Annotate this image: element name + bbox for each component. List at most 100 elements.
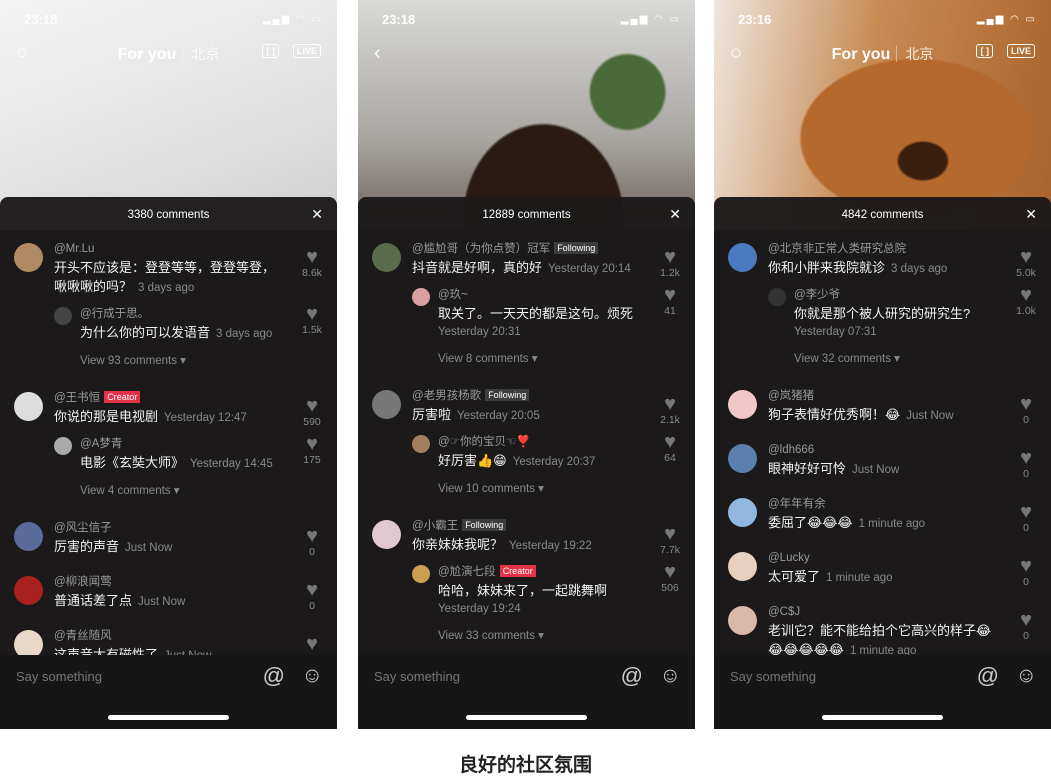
- username-text[interactable]: @岚猪猪: [768, 390, 814, 402]
- like-button[interactable]: ♥0: [1011, 394, 1041, 426]
- avatar[interactable]: [728, 606, 757, 635]
- heart-icon[interactable]: ♥: [297, 396, 327, 416]
- heart-icon[interactable]: ♥: [655, 247, 685, 267]
- username-text[interactable]: @Mr.Lu: [54, 243, 94, 255]
- username-text[interactable]: @玖~: [438, 289, 468, 301]
- comment-username[interactable]: @Lucky: [768, 550, 1051, 567]
- heart-icon[interactable]: ♥: [297, 526, 327, 546]
- avatar[interactable]: [728, 552, 757, 581]
- mention-icon[interactable]: @: [263, 663, 285, 689]
- avatar[interactable]: [728, 444, 757, 473]
- view-more-replies[interactable]: View 32 comments ▾: [794, 350, 1051, 368]
- reply-avatar[interactable]: [54, 307, 72, 325]
- comment-input[interactable]: Say something: [374, 669, 460, 684]
- comment-input[interactable]: Say something: [730, 669, 816, 684]
- close-icon[interactable]: ✕: [1025, 206, 1037, 223]
- tab-for-you[interactable]: For you: [832, 46, 891, 63]
- like-button[interactable]: ♥0: [1011, 448, 1041, 480]
- emoji-icon[interactable]: ☺: [302, 664, 323, 688]
- live-icon[interactable]: LIVE: [1006, 44, 1035, 58]
- avatar[interactable]: [728, 498, 757, 527]
- avatar[interactable]: [372, 243, 401, 272]
- username-text[interactable]: @老男孩杨歌: [412, 390, 481, 402]
- reply-like-button[interactable]: ♥ 506: [655, 562, 685, 594]
- heart-icon[interactable]: ♥: [655, 524, 685, 544]
- like-button[interactable]: ♥0: [1011, 502, 1041, 534]
- mention-icon[interactable]: @: [621, 663, 643, 689]
- like-button[interactable]: ♥0: [1011, 556, 1041, 588]
- like-button[interactable]: ♥0: [297, 580, 327, 612]
- like-button[interactable]: ♥ 7.7k: [655, 524, 685, 556]
- tab-for-you[interactable]: For you: [118, 46, 177, 63]
- avatar[interactable]: [14, 392, 43, 421]
- scan-icon[interactable]: [ ]: [262, 44, 279, 58]
- avatar[interactable]: [14, 630, 43, 655]
- heart-icon[interactable]: ♥: [655, 562, 685, 582]
- close-icon[interactable]: ✕: [311, 206, 323, 223]
- username-text[interactable]: @年年有余: [768, 498, 826, 510]
- username-text[interactable]: @☞你的宝贝☜❣️: [438, 436, 531, 448]
- comment-username[interactable]: @年年有余: [768, 496, 1051, 513]
- back-icon[interactable]: ‹: [374, 42, 381, 65]
- comment-list[interactable]: @Mr.Lu 开头不应该是：登登等等，登登等登，啾啾啾的吗？ 3 days ago ♥…: [0, 233, 337, 655]
- heart-icon[interactable]: ♥: [655, 432, 685, 452]
- scan-icon[interactable]: [ ]: [976, 44, 993, 58]
- like-button[interactable]: ♥ 5.0k: [1011, 247, 1041, 279]
- emoji-icon[interactable]: ☺: [660, 664, 681, 688]
- live-icon[interactable]: LIVE: [292, 44, 321, 58]
- view-more-replies[interactable]: View 4 comments ▾: [80, 482, 337, 500]
- video-background[interactable]: [358, 0, 695, 230]
- reply-avatar[interactable]: [412, 288, 430, 306]
- reply-avatar[interactable]: [54, 437, 72, 455]
- comment-username[interactable]: @Mr.Lu: [54, 241, 337, 258]
- reply-avatar[interactable]: [412, 435, 430, 453]
- like-button[interactable]: ♥0: [297, 634, 327, 655]
- username-text[interactable]: @李少爷: [794, 289, 840, 301]
- heart-icon[interactable]: ♥: [1011, 394, 1041, 414]
- heart-icon[interactable]: ♥: [297, 580, 327, 600]
- username-text[interactable]: @尬演七段: [438, 566, 496, 578]
- heart-icon[interactable]: ♥: [297, 247, 327, 267]
- video-background[interactable]: [714, 0, 1051, 230]
- heart-icon[interactable]: ♥: [1011, 247, 1041, 267]
- reply-like-button[interactable]: ♥ 1.0k: [1011, 285, 1041, 317]
- username-text[interactable]: @青丝随风: [54, 630, 112, 642]
- video-background[interactable]: [0, 0, 337, 230]
- username-text[interactable]: @王书恒: [54, 392, 100, 404]
- username-text[interactable]: @A梦青: [80, 438, 122, 450]
- username-text[interactable]: @Lucky: [768, 552, 810, 564]
- view-more-replies[interactable]: View 33 comments ▾: [438, 627, 695, 645]
- username-text[interactable]: @柳浪闻莺: [54, 576, 112, 588]
- avatar[interactable]: [14, 243, 43, 272]
- avatar[interactable]: [372, 520, 401, 549]
- comment-username[interactable]: @柳浪闻莺: [54, 574, 337, 591]
- heart-icon[interactable]: ♥: [1011, 285, 1041, 305]
- comment-username[interactable]: @青丝随风: [54, 628, 337, 645]
- close-icon[interactable]: ✕: [669, 206, 681, 223]
- comment-username[interactable]: @北京非正常人类研究总院: [768, 241, 1051, 258]
- comment-username[interactable]: @岚猪猪: [768, 388, 1051, 405]
- avatar[interactable]: [728, 243, 757, 272]
- avatar[interactable]: [372, 390, 401, 419]
- avatar[interactable]: [14, 522, 43, 551]
- heart-icon[interactable]: ♥: [297, 304, 327, 324]
- comment-username[interactable]: @老男孩杨歌 Following: [412, 388, 695, 405]
- username-text[interactable]: @小霸王: [412, 520, 458, 532]
- like-button[interactable]: ♥0: [297, 526, 327, 558]
- comment-username[interactable]: @风尘信子: [54, 520, 337, 537]
- view-more-replies[interactable]: View 10 comments ▾: [438, 480, 695, 498]
- heart-icon[interactable]: ♥: [1011, 610, 1041, 630]
- reply-like-button[interactable]: ♥ 64: [655, 432, 685, 464]
- heart-icon[interactable]: ♥: [1011, 448, 1041, 468]
- comment-input[interactable]: Say something: [16, 669, 102, 684]
- avatar[interactable]: [728, 390, 757, 419]
- comment-username[interactable]: @ldh666: [768, 442, 1051, 459]
- reply-like-button[interactable]: ♥ 1.5k: [297, 304, 327, 336]
- like-button[interactable]: ♥ 1.2k: [655, 247, 685, 279]
- like-button[interactable]: ♥ 2.1k: [655, 394, 685, 426]
- username-text[interactable]: @风尘信子: [54, 522, 112, 534]
- heart-icon[interactable]: ♥: [297, 634, 327, 654]
- reply-like-button[interactable]: ♥ 175: [297, 434, 327, 466]
- home-indicator[interactable]: [108, 715, 229, 720]
- reply-like-button[interactable]: ♥ 41: [655, 285, 685, 317]
